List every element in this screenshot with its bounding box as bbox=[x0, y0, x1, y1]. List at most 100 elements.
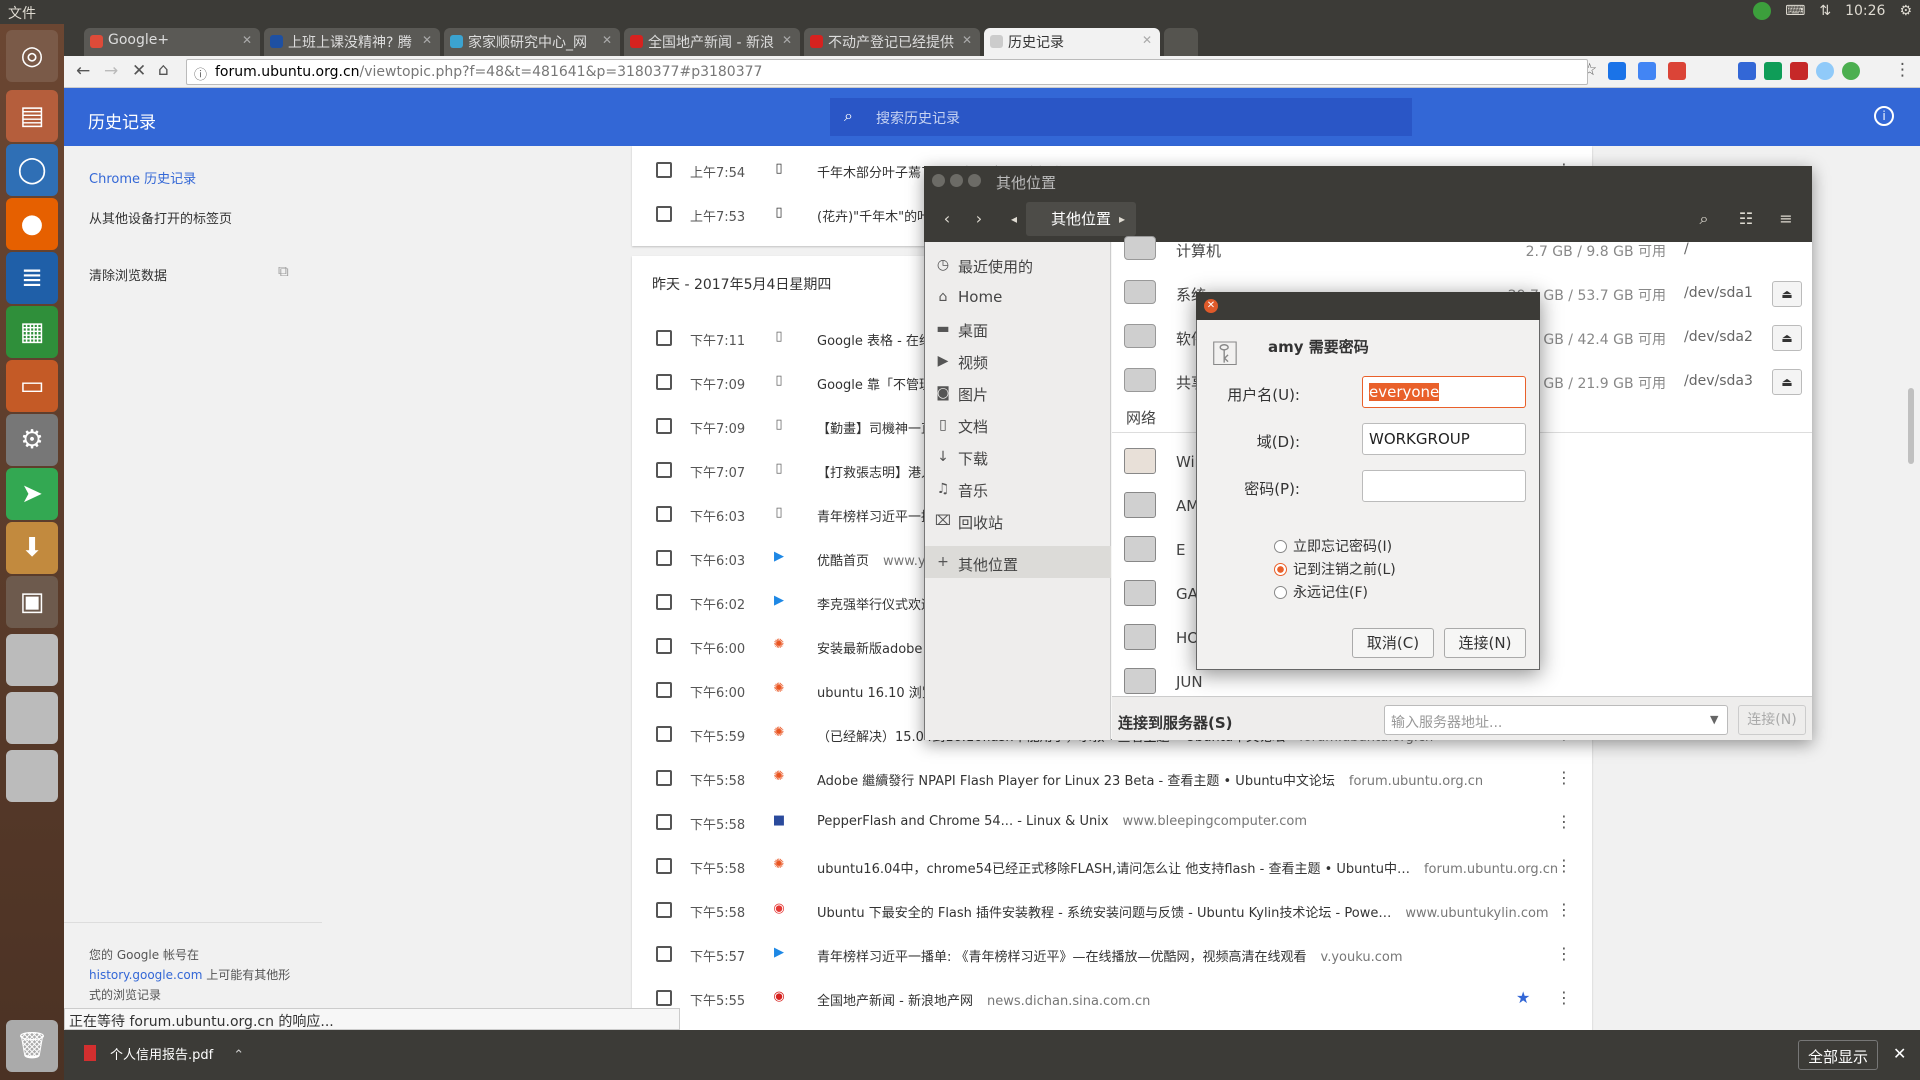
radio-remember-forever[interactable]: 永远记住(F) bbox=[1274, 582, 1368, 602]
clock[interactable]: 10:26 bbox=[1845, 3, 1885, 19]
row-checkbox[interactable] bbox=[656, 462, 672, 478]
address-bar[interactable]: ⓘ forum.ubuntu.org.cn/viewtopic.php?f=48… bbox=[186, 59, 1588, 85]
extension-icon[interactable] bbox=[1842, 62, 1860, 80]
trash-icon[interactable]: 🗑 bbox=[6, 1020, 58, 1072]
extension-icon[interactable] bbox=[1738, 62, 1756, 80]
extension-icon[interactable] bbox=[1790, 62, 1808, 80]
files-icon[interactable]: ▤ bbox=[6, 90, 58, 142]
drive-icon[interactable] bbox=[6, 692, 58, 744]
row-checkbox[interactable] bbox=[656, 506, 672, 522]
drive-extension-icon[interactable] bbox=[1764, 62, 1782, 80]
extension-icon[interactable] bbox=[1816, 62, 1834, 80]
row-title[interactable]: Adobe 繼續發行 NPAPI Flash Player for Linux … bbox=[817, 770, 1483, 789]
close-tab-icon[interactable]: ✕ bbox=[242, 33, 252, 47]
radio-button[interactable] bbox=[1274, 540, 1287, 553]
close-tab-icon[interactable]: ✕ bbox=[422, 33, 432, 47]
row-checkbox[interactable] bbox=[656, 814, 672, 830]
row-checkbox[interactable] bbox=[656, 206, 672, 222]
chromium-icon[interactable]: ◯ bbox=[6, 144, 58, 196]
sidebar-place-item[interactable]: 图片 bbox=[958, 384, 988, 405]
row-checkbox[interactable] bbox=[656, 162, 672, 178]
drive-icon[interactable] bbox=[6, 750, 58, 802]
forward-icon[interactable]: → bbox=[104, 61, 118, 81]
drive-icon[interactable] bbox=[6, 634, 58, 686]
network-host-name[interactable]: GA bbox=[1176, 585, 1198, 603]
history-row[interactable]: 下午5:58 ✺ Adobe 繼續發行 NPAPI Flash Player for… bbox=[632, 756, 1592, 800]
back-icon[interactable]: ← bbox=[76, 61, 90, 81]
close-tab-icon[interactable]: ✕ bbox=[1142, 33, 1152, 47]
row-checkbox[interactable] bbox=[656, 330, 672, 346]
chevron-down-icon[interactable]: ▼ bbox=[1710, 705, 1730, 735]
extension-icon[interactable] bbox=[1608, 62, 1626, 80]
gmail-extension-icon[interactable] bbox=[1668, 62, 1686, 80]
row-checkbox[interactable] bbox=[656, 594, 672, 610]
window-maximize-button[interactable] bbox=[968, 174, 981, 187]
keyboard-icon[interactable]: ⌨ bbox=[1785, 3, 1805, 19]
more-actions-icon[interactable]: ⋮ bbox=[1556, 768, 1572, 787]
stop-icon[interactable]: ✕ bbox=[132, 61, 146, 81]
history-row[interactable]: 下午5:58 ◉ Ubuntu 下最安全的 Flash 插件安装教程 - 系统安装问… bbox=[632, 888, 1592, 932]
row-title[interactable]: PepperFlash and Chrome 54... - Linux & U… bbox=[817, 814, 1307, 829]
firefox-icon[interactable]: ● bbox=[6, 198, 58, 250]
row-checkbox[interactable] bbox=[656, 770, 672, 786]
eject-icon[interactable]: ⏏ bbox=[1772, 325, 1802, 351]
sidebar-item-other-locations[interactable]: 其他位置 bbox=[958, 554, 1018, 575]
sidebar-place-item[interactable]: 回收站 bbox=[958, 512, 1003, 533]
row-checkbox[interactable] bbox=[656, 682, 672, 698]
ubuntu-dash-icon[interactable]: ◎ bbox=[6, 30, 58, 82]
radio-button[interactable] bbox=[1274, 586, 1287, 599]
row-checkbox[interactable] bbox=[656, 550, 672, 566]
row-checkbox[interactable] bbox=[656, 638, 672, 654]
sidebar-place-item[interactable]: 最近使用的 bbox=[958, 256, 1033, 277]
sidebar-item-clear-data[interactable]: 清除浏览数据 bbox=[89, 265, 167, 284]
settings-gear-icon[interactable]: ⚙ bbox=[1899, 3, 1912, 19]
new-tab-button[interactable] bbox=[1164, 28, 1198, 56]
row-checkbox[interactable] bbox=[656, 946, 672, 962]
archive-icon[interactable]: ⬇ bbox=[6, 522, 58, 574]
tab[interactable]: Google+ ✕ bbox=[84, 28, 260, 56]
row-title[interactable]: 全国地产新闻 - 新浪地产网 news.dichan.sina.com.cn bbox=[817, 990, 1150, 1009]
history-row[interactable]: 下午5:55 ◉ 全国地产新闻 - 新浪地产网 news.dichan.sina.co… bbox=[632, 976, 1592, 1020]
tab[interactable]: 不动产登记已经提供 ✕ bbox=[804, 28, 980, 56]
telegram-tray-icon[interactable] bbox=[1753, 2, 1772, 20]
writer-icon[interactable]: ≣ bbox=[6, 252, 58, 304]
sidebar-place-item[interactable]: 音乐 bbox=[958, 480, 988, 501]
crumb-left-icon[interactable]: ◂ bbox=[1006, 203, 1022, 235]
crumb-right-icon[interactable]: ▸ bbox=[1114, 203, 1130, 235]
connect-button[interactable]: 连接(N) bbox=[1444, 628, 1526, 658]
tab-active[interactable]: 历史记录 ✕ bbox=[984, 28, 1160, 56]
more-actions-icon[interactable]: ⋮ bbox=[1556, 900, 1572, 919]
close-tab-icon[interactable]: ✕ bbox=[962, 33, 972, 47]
history-search-input[interactable]: ⌕ 搜索历史记录 bbox=[830, 98, 1412, 136]
forward-icon[interactable]: › bbox=[964, 203, 994, 235]
window-minimize-button[interactable] bbox=[950, 174, 963, 187]
page-scrollbar[interactable] bbox=[1908, 388, 1914, 464]
show-all-downloads-button[interactable]: 全部显示 bbox=[1798, 1040, 1878, 1070]
row-checkbox[interactable] bbox=[656, 418, 672, 434]
eject-icon[interactable]: ⏏ bbox=[1772, 369, 1802, 395]
back-icon[interactable]: ‹ bbox=[932, 203, 962, 235]
row-checkbox[interactable] bbox=[656, 726, 672, 742]
search-icon[interactable]: ⌕ bbox=[1688, 203, 1720, 235]
more-actions-icon[interactable]: ⋮ bbox=[1556, 988, 1572, 1007]
menu-icon[interactable]: ⋮ bbox=[1894, 60, 1911, 80]
bookmarked-star-icon[interactable]: ★ bbox=[1516, 988, 1530, 1007]
radio-button-selected[interactable] bbox=[1274, 563, 1287, 576]
eject-icon[interactable]: ⏏ bbox=[1772, 281, 1802, 307]
info-icon[interactable]: i bbox=[1874, 106, 1894, 126]
row-title[interactable]: 青年榜样习近平一播单: 《青年榜样习近平》—在线播放—优酷网，视频高清在线观看 v… bbox=[817, 946, 1402, 965]
history-row[interactable]: 下午5:58 ■ PepperFlash and Chrome 54... - Li… bbox=[632, 800, 1592, 844]
more-actions-icon[interactable]: ⋮ bbox=[1556, 812, 1572, 831]
telegram-icon[interactable]: ➤ bbox=[6, 468, 58, 520]
network-icon[interactable]: ⇅ bbox=[1819, 3, 1831, 19]
sidebar-place-item[interactable]: 视频 bbox=[958, 352, 988, 373]
row-checkbox[interactable] bbox=[656, 858, 672, 874]
info-icon[interactable]: ⓘ bbox=[194, 64, 207, 83]
home-icon[interactable]: ⌂ bbox=[158, 60, 169, 80]
cancel-button[interactable]: 取消(C) bbox=[1352, 628, 1434, 658]
calc-icon[interactable]: ▦ bbox=[6, 306, 58, 358]
history-row[interactable]: 下午5:58 ✺ ubuntu16.04中，chrome54已经正式移除FLASH,… bbox=[632, 844, 1592, 888]
row-checkbox[interactable] bbox=[656, 374, 672, 390]
sidebar-place-item[interactable]: 文档 bbox=[958, 416, 988, 437]
password-input[interactable] bbox=[1362, 470, 1526, 502]
